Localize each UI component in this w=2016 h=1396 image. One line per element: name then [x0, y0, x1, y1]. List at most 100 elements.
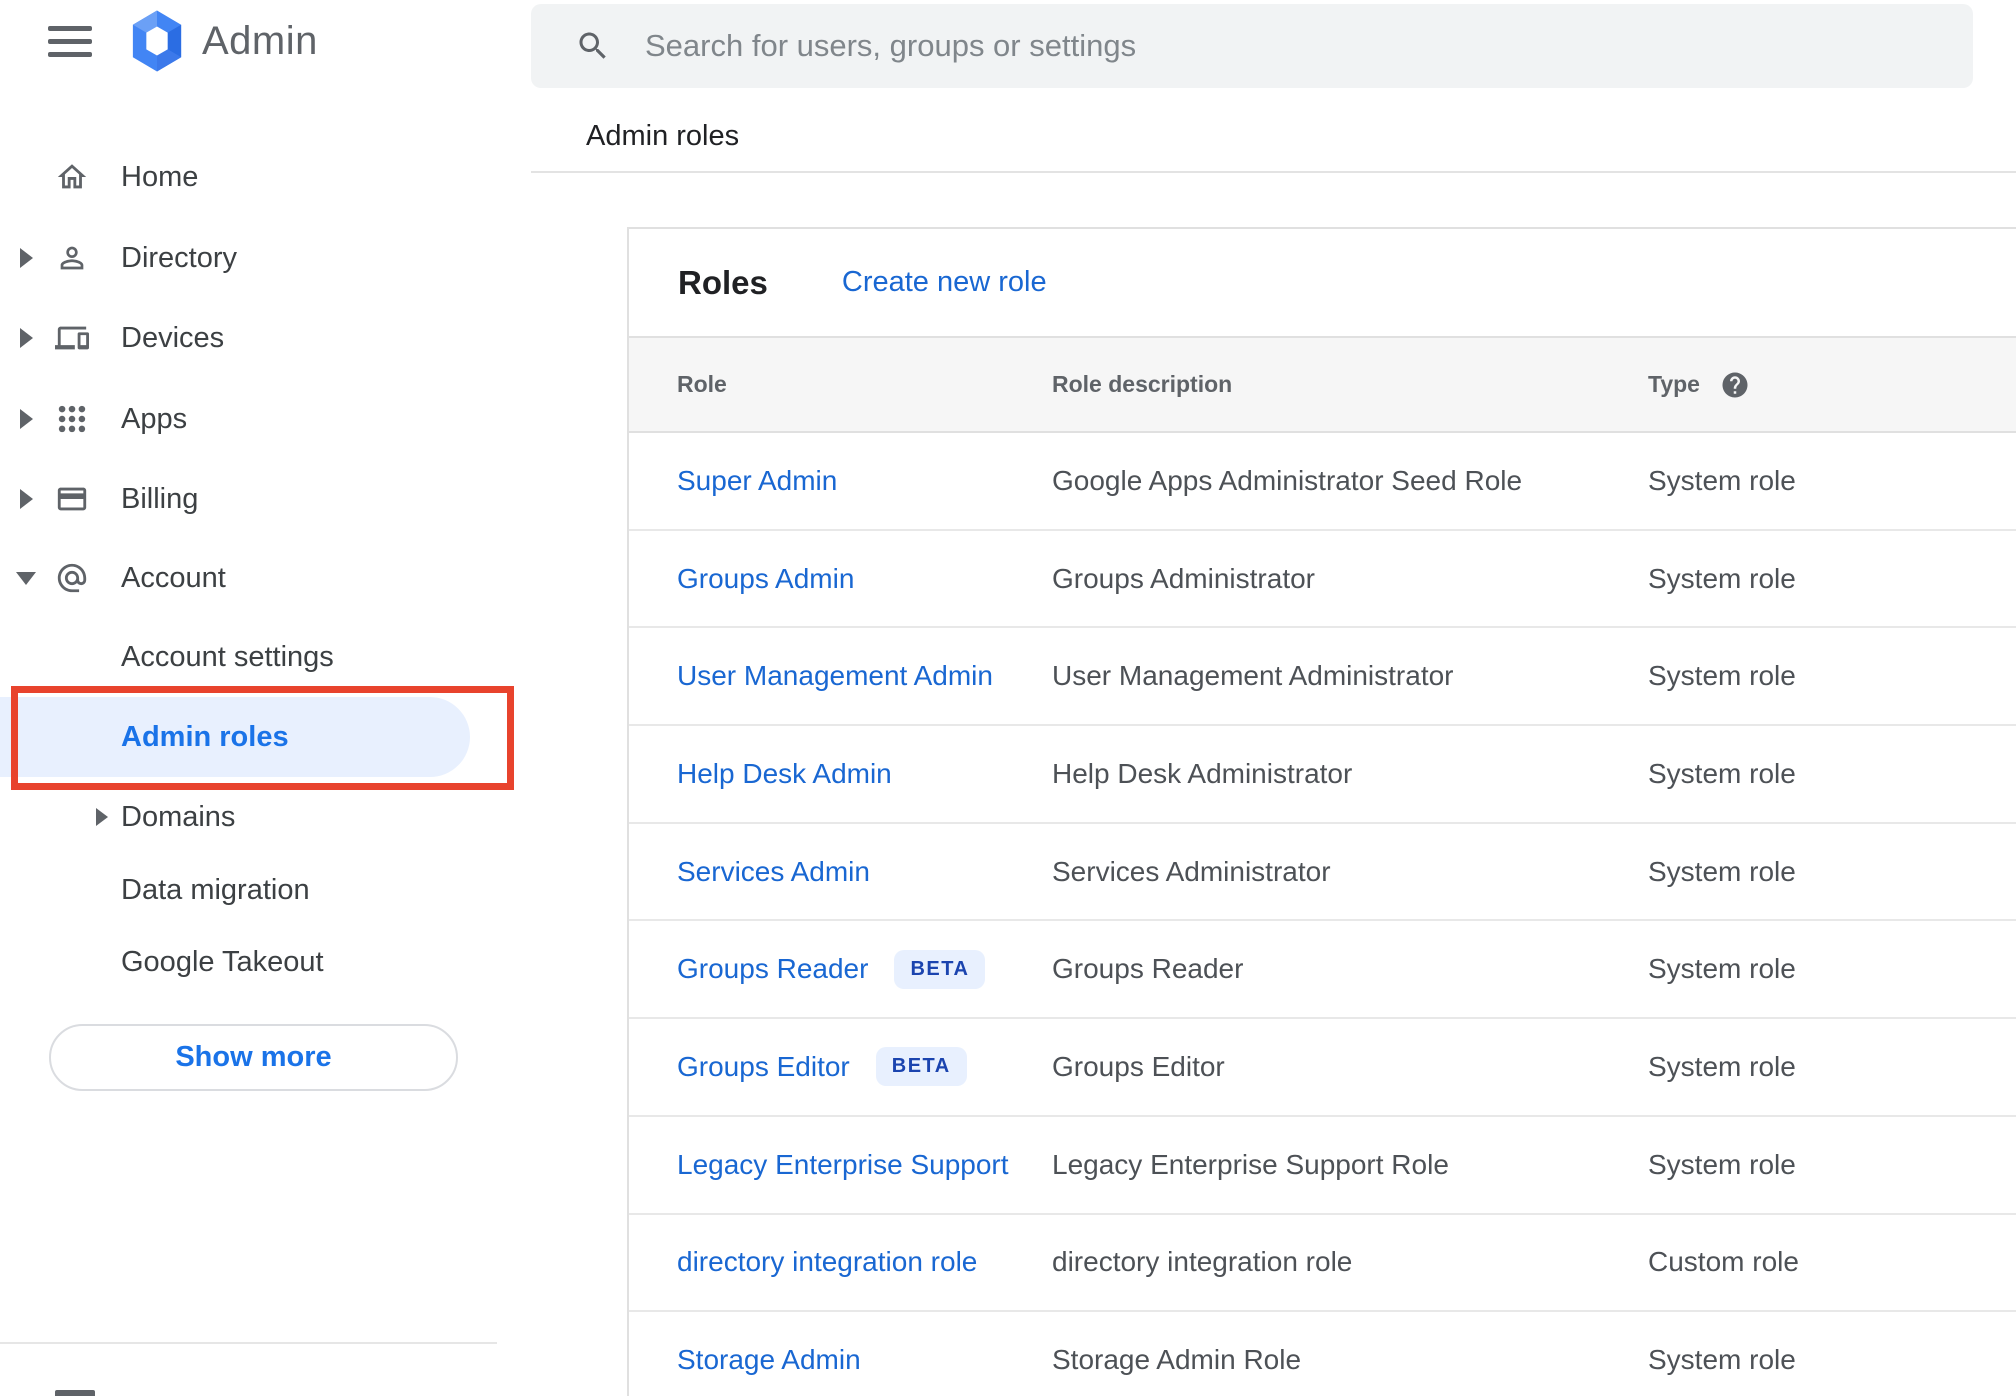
- role-link[interactable]: Super Admin: [677, 465, 837, 497]
- table-row: Services Admin Services Administrator Syst…: [629, 824, 2016, 922]
- role-cell: User Management Admin: [677, 660, 1052, 692]
- search-bar[interactable]: [531, 4, 1973, 88]
- role-description: Services Administrator: [1052, 855, 1331, 887]
- role-description: Storage Admin Role: [1052, 1344, 1302, 1376]
- table-row: User Management Admin User Management Adm…: [629, 628, 2016, 727]
- role-link[interactable]: User Management Admin: [677, 660, 993, 692]
- role-cell: Services Admin: [677, 856, 1052, 888]
- apps-grid-icon: [55, 402, 89, 436]
- role-link[interactable]: Groups Admin: [677, 563, 854, 595]
- role-cell: Groups Reader BETA: [677, 949, 1052, 989]
- role-cell: Legacy Enterprise Support: [677, 1149, 1052, 1181]
- hamburger-menu-icon[interactable]: [48, 26, 92, 60]
- chevron-right-icon[interactable]: [96, 808, 108, 826]
- search-icon: [579, 32, 606, 59]
- sidebar-item-label: Billing: [121, 482, 199, 515]
- table-row: Help Desk Admin Help Desk Administrator Sy…: [629, 726, 2016, 824]
- role-cell: Storage Admin: [677, 1344, 1052, 1376]
- home-icon: [55, 160, 89, 194]
- help-icon[interactable]: [1720, 370, 1750, 400]
- role-link[interactable]: Groups Reader: [677, 953, 868, 985]
- sidebar-item-home[interactable]: Home: [0, 137, 470, 217]
- chevron-right-icon[interactable]: [20, 489, 33, 509]
- role-link[interactable]: Legacy Enterprise Support: [677, 1149, 1009, 1181]
- role-cell: Groups Editor BETA: [677, 1047, 1052, 1087]
- sidebar-item-directory[interactable]: Directory: [0, 218, 470, 298]
- table-row: Groups Admin Groups Administrator System r…: [629, 531, 2016, 629]
- role-type: System role: [1648, 953, 1796, 985]
- role-description: Google Apps Administrator Seed Role: [1052, 464, 1523, 496]
- role-description: directory integration role: [1052, 1246, 1353, 1278]
- partial-sidebar-icon: [55, 1390, 95, 1396]
- table-row: Super Admin Google Apps Administrator See…: [629, 433, 2016, 531]
- person-icon: [55, 241, 89, 275]
- table-row: Storage Admin Storage Admin Role System ro…: [629, 1312, 2016, 1396]
- admin-console-screen: Admin Home Directory Devices Apps Billing Acc…: [0, 0, 2016, 1396]
- role-type: System role: [1648, 855, 1796, 887]
- sidebar-subitem-label: Admin roles: [121, 720, 289, 753]
- table-row: Legacy Enterprise Support Legacy Enterpri…: [629, 1117, 2016, 1215]
- sidebar-item-label: Account: [121, 561, 226, 594]
- role-description: User Management Administrator: [1052, 660, 1454, 692]
- sidebar-subitem-account-settings[interactable]: Account settings: [0, 617, 470, 697]
- role-description: Groups Administrator: [1052, 562, 1315, 594]
- role-cell: Super Admin: [677, 465, 1052, 497]
- role-link[interactable]: Groups Editor: [677, 1051, 850, 1083]
- sidebar-item-account[interactable]: Account: [0, 538, 470, 618]
- sidebar-subitem-data-migration[interactable]: Data migration: [0, 850, 470, 930]
- table-row: Groups Reader BETA Groups Reader System rol…: [629, 921, 2016, 1020]
- create-new-role-link[interactable]: Create new role: [842, 266, 1047, 299]
- role-description: Groups Editor: [1052, 1050, 1225, 1082]
- sidebar-subitem-domains[interactable]: Domains: [0, 777, 470, 857]
- devices-icon: [55, 321, 89, 355]
- sidebar-item-devices[interactable]: Devices: [0, 298, 470, 378]
- role-type: System role: [1648, 1050, 1796, 1082]
- breadcrumb: Admin roles: [586, 120, 740, 152]
- role-link[interactable]: Services Admin: [677, 856, 870, 888]
- sidebar-item-label: Home: [121, 160, 199, 193]
- sidebar-subitem-label: Account settings: [121, 640, 334, 673]
- role-cell: Help Desk Admin: [677, 758, 1052, 790]
- column-header-type: Type: [1648, 370, 2016, 400]
- role-link[interactable]: Storage Admin: [677, 1344, 861, 1376]
- sidebar-item-billing[interactable]: Billing: [0, 459, 470, 539]
- table-header-row: Role Role description Type: [629, 336, 2016, 433]
- roles-table-body: Super Admin Google Apps Administrator See…: [629, 433, 2016, 1396]
- role-type: System role: [1648, 464, 1796, 496]
- sidebar-subitem-google-takeout[interactable]: Google Takeout: [0, 922, 470, 1002]
- role-type: System role: [1648, 1148, 1796, 1180]
- chevron-right-icon[interactable]: [20, 328, 33, 348]
- chevron-right-icon[interactable]: [20, 409, 33, 429]
- role-description: Groups Reader: [1052, 953, 1244, 985]
- table-row: directory integration role directory inte…: [629, 1215, 2016, 1313]
- sidebar-subitem-label: Domains: [121, 800, 236, 833]
- role-cell: Groups Admin: [677, 563, 1052, 595]
- column-header-role-description: Role description: [1052, 371, 1233, 397]
- sidebar-item-apps[interactable]: Apps: [0, 379, 470, 459]
- role-type: Custom role: [1648, 1246, 1799, 1278]
- role-link[interactable]: directory integration role: [677, 1246, 977, 1278]
- credit-card-icon: [55, 482, 89, 516]
- sidebar-item-label: Directory: [121, 241, 238, 274]
- column-header-type-label: Type: [1648, 371, 1700, 397]
- search-input[interactable]: [645, 28, 1845, 64]
- header-divider: [531, 171, 2016, 173]
- chevron-right-icon[interactable]: [20, 248, 33, 268]
- sidebar-subitem-label: Google Takeout: [121, 945, 324, 978]
- chevron-down-icon[interactable]: [16, 571, 36, 585]
- sidebar-divider: [0, 1342, 497, 1344]
- role-cell: directory integration role: [677, 1246, 1052, 1278]
- role-link[interactable]: Help Desk Admin: [677, 758, 892, 790]
- role-type: System role: [1648, 757, 1796, 789]
- role-type: System role: [1648, 1344, 1796, 1376]
- sidebar-subitem-label: Data migration: [121, 873, 310, 906]
- beta-badge: BETA: [894, 949, 986, 989]
- at-sign-icon: [55, 561, 89, 595]
- admin-brand[interactable]: Admin: [126, 8, 318, 74]
- sidebar-item-label: Devices: [121, 321, 225, 354]
- role-description: Legacy Enterprise Support Role: [1052, 1148, 1449, 1180]
- roles-title: Roles: [678, 263, 768, 301]
- show-more-button[interactable]: Show more: [49, 1024, 458, 1091]
- column-header-role: Role: [677, 371, 727, 397]
- sidebar-subitem-admin-roles[interactable]: Admin roles: [0, 697, 470, 777]
